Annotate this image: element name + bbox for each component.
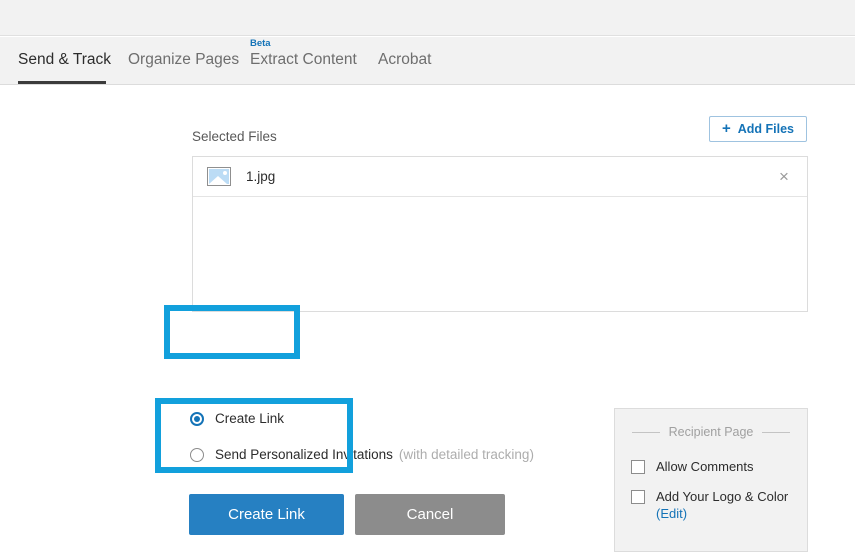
send-personalized-invitations-label: Send Personalized Invitations — [215, 447, 393, 462]
add-your-logo-and-color-text: Add Your Logo & Color (Edit) — [656, 489, 788, 521]
selected-files-list: 1.jpg × — [192, 156, 808, 312]
active-tab-underline — [18, 81, 106, 84]
tab-acrobat-label: Acrobat — [378, 51, 432, 68]
selected-files-label: Selected Files — [192, 129, 277, 144]
radio-button-unselected-icon — [190, 447, 204, 462]
title-rule-right — [762, 431, 791, 433]
recipient-page-panel: Recipient Page Allow Comments Add Your L… — [614, 408, 808, 552]
add-your-logo-and-color-checkbox-row[interactable]: Add Your Logo & Color (Edit) — [631, 489, 788, 521]
checkbox-unchecked-icon — [631, 460, 645, 474]
allow-comments-checkbox-row[interactable]: Allow Comments — [631, 459, 754, 474]
title-rule-left — [631, 431, 660, 433]
tab-acrobat[interactable]: Acrobat — [378, 36, 436, 84]
edit-logo-link[interactable]: (Edit) — [656, 506, 788, 521]
plus-icon: + — [721, 119, 731, 137]
create-link-radio-option[interactable]: Create Link — [190, 411, 284, 426]
tab-organize-pages[interactable]: Organize Pages — [128, 36, 240, 84]
file-list-item[interactable]: 1.jpg × — [193, 157, 807, 197]
tab-organize-pages-label: Organize Pages — [128, 51, 240, 68]
add-files-button[interactable]: + Add Files — [709, 116, 807, 142]
send-personalized-invitations-sublabel: (with detailed tracking) — [398, 447, 534, 462]
tab-send-track-label: Send & Track — [18, 51, 112, 68]
recipient-page-title-label: Recipient Page — [668, 425, 754, 439]
remove-file-icon[interactable]: × — [775, 167, 793, 186]
cancel-button-label: Cancel — [406, 506, 454, 523]
tab-extract-content[interactable]: Beta Extract Content — [250, 36, 362, 84]
add-your-logo-and-color-label: Add Your Logo & Color — [656, 489, 789, 504]
image-thumbnail-icon — [207, 167, 231, 186]
main-content-area: Selected Files + Add Files 1.jpg × Creat… — [0, 86, 855, 552]
create-link-button-label: Create Link — [228, 506, 305, 523]
tab-bar: Send & Track Organize Pages Beta Extract… — [0, 37, 855, 85]
allow-comments-label: Allow Comments — [656, 459, 754, 474]
file-name-label: 1.jpg — [246, 169, 276, 184]
create-link-radio-label: Create Link — [215, 411, 285, 426]
recipient-page-panel-title: Recipient Page — [615, 425, 807, 439]
top-toolbar-strip — [0, 0, 855, 36]
beta-badge: Beta — [250, 38, 271, 49]
add-files-button-label: Add Files — [737, 122, 795, 136]
send-personalized-invitations-radio-option[interactable]: Send Personalized Invitations (with deta… — [190, 447, 534, 462]
radio-button-selected-icon — [190, 411, 204, 426]
tab-send-track[interactable]: Send & Track — [18, 36, 112, 84]
checkbox-unchecked-icon — [631, 490, 645, 504]
